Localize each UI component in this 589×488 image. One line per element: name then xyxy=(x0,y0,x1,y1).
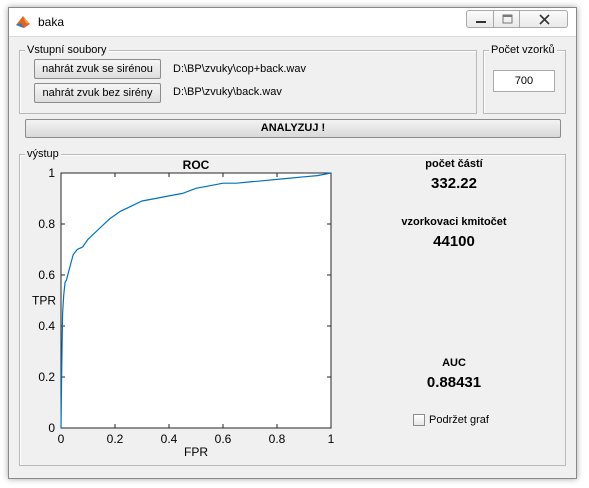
y-tick-label: 0.8 xyxy=(38,217,55,231)
x-tick-label: 0.2 xyxy=(107,432,124,446)
sample-rate-label: vzorkovaci kmitočet xyxy=(401,216,507,228)
auc-value: 0.88431 xyxy=(426,374,482,391)
sample-rate-value: 44100 xyxy=(433,233,475,250)
x-tick-label: 0 xyxy=(58,432,65,446)
plot-area xyxy=(60,172,332,429)
y-tick-label: 0.4 xyxy=(38,319,55,333)
y-tick-label: 0.6 xyxy=(38,268,55,282)
y-tick-label: 0 xyxy=(48,421,55,435)
app-window: baka Vstupní soubory nahrát zvuk se siré… xyxy=(8,7,577,479)
hold-graph-checkbox[interactable] xyxy=(413,414,425,426)
x-tick-label: 0.6 xyxy=(215,432,232,446)
x-tick-label: 1 xyxy=(328,432,335,446)
parts-count-label: počet částí xyxy=(425,158,483,170)
x-axis-label: FPR xyxy=(184,445,208,459)
y-tick-label: 1 xyxy=(48,166,55,180)
hold-graph-label: Podržet graf xyxy=(429,414,489,426)
x-tick-label: 0.8 xyxy=(269,432,286,446)
y-tick-label: 0.2 xyxy=(38,370,55,384)
auc-label: AUC xyxy=(442,357,466,369)
chart-title: ROC xyxy=(183,158,210,172)
x-tick-label: 0.4 xyxy=(161,432,178,446)
parts-count-value: 332.22 xyxy=(431,175,477,192)
y-axis-label: TPR xyxy=(32,294,56,308)
